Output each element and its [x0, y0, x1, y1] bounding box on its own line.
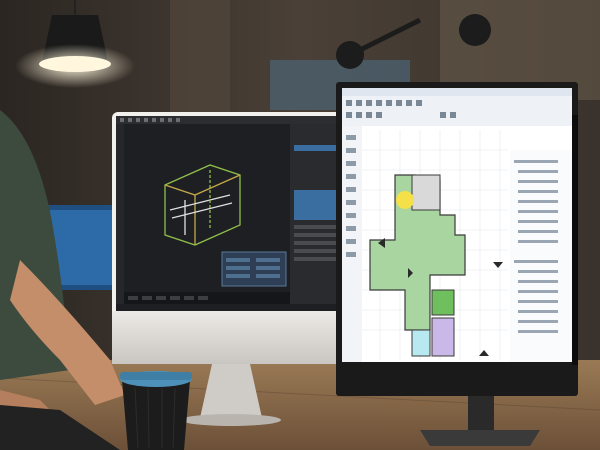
office-scene [0, 0, 600, 450]
room-grey [411, 174, 441, 211]
highlight-marker [396, 191, 414, 209]
pillar [170, 0, 230, 130]
room-purple [431, 317, 455, 357]
coffee-cup [122, 380, 190, 450]
color-swatch [294, 190, 336, 220]
room-green [431, 289, 455, 316]
room-cyan [411, 329, 431, 357]
spotlight [459, 14, 491, 46]
right-monitor-stand [468, 396, 494, 432]
imac-chin [112, 311, 344, 364]
